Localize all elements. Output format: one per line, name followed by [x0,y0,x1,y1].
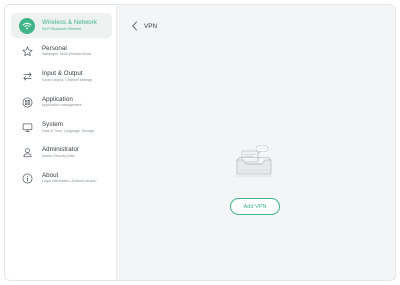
swap-arrows-icon [21,71,33,83]
app-grid-icon [21,96,33,108]
wifi-icon [19,17,35,34]
sidebar-item-application[interactable]: Application Application management [11,90,112,114]
add-vpn-button[interactable]: Add VPN [230,198,280,215]
sidebar-item-system[interactable]: System Date & Time, Language, Storage [11,116,112,140]
sidebar-item-subtitle: Wallpaper, Multi-Window Mode [42,52,92,57]
page-title: VPN [144,22,158,30]
sidebar-item-personal[interactable]: Personal Wallpaper, Multi-Window Mode [11,39,112,63]
sidebar-item-subtitle: Wi-Fi Bluetooth Ethernet [42,26,82,31]
chevron-left-icon [132,21,137,31]
settings-window: Wireless & Network Wi-Fi Bluetooth Ether… [4,4,396,281]
sidebar-item-wireless-network[interactable]: Wireless & Network Wi-Fi Bluetooth Ether… [11,13,112,38]
star-icon [21,45,33,57]
info-icon [21,172,33,184]
sidebar-item-about[interactable]: About Legal information, Android version [11,166,112,190]
sidebar-item-title: Wireless & Network [42,18,97,26]
sidebar-item-input-output[interactable]: Input & Output Sound output, Channel set… [11,65,112,89]
sidebar-item-administrator[interactable]: Administrator Admin,Security,Data [11,141,112,165]
empty-vpn-illustration [234,145,274,177]
sidebar-item-title: Application [42,95,73,103]
back-header[interactable]: VPN [131,21,157,31]
sidebar-item-title: About [42,171,59,179]
sidebar-item-subtitle: Legal information, Android version [42,179,97,184]
sidebar-item-title: Input & Output [42,70,83,78]
sidebar-item-title: Personal [42,44,67,52]
sidebar-item-subtitle: Date & Time, Language, Storage [42,128,95,133]
sidebar-item-subtitle: Application management [42,103,82,108]
sidebar-item-title: Administrator [42,146,80,154]
sidebar-item-subtitle: Admin,Security,Data [42,154,75,158]
sidebar: Wireless & Network Wi-Fi Bluetooth Ether… [5,5,117,280]
sidebar-item-title: System [42,120,63,128]
sidebar-item-subtitle: Sound output, Channel settings [42,77,93,82]
person-icon [21,147,33,159]
monitor-icon [21,122,33,134]
content-pane: VPN Add VPN [117,5,395,280]
